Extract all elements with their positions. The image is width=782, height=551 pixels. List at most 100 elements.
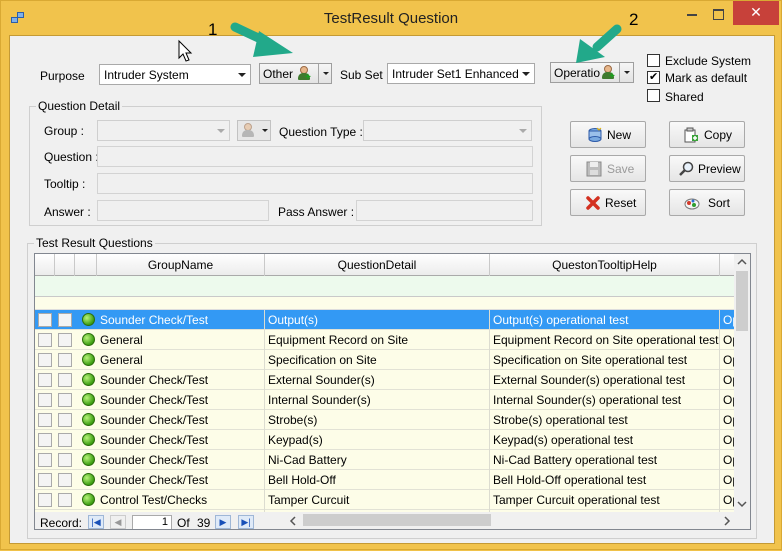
preview-button[interactable]: Preview <box>669 155 745 182</box>
previous-record-icon[interactable]: ◀ <box>110 515 126 529</box>
cell-tooltiphelp[interactable]: Strobe(s) operational test <box>490 410 720 430</box>
purpose-combo[interactable]: Intruder System <box>99 64 251 85</box>
answer-input[interactable] <box>97 200 269 221</box>
table-row[interactable]: Sounder Check/Test Keypad(s) Keypad(s) ope… <box>35 430 735 450</box>
question-input[interactable] <box>97 146 533 167</box>
cell-questiondetail[interactable]: Keypad(s) <box>265 430 490 450</box>
cell-questiondetail[interactable]: Specification on Site <box>265 350 490 370</box>
column-header-tooltiphelp[interactable]: QuestonTooltipHelp <box>490 254 720 276</box>
row-checkbox[interactable] <box>58 433 72 447</box>
row-select-checkbox[interactable] <box>38 393 52 407</box>
cell-groupname[interactable]: Sounder Check/Test <box>97 390 265 410</box>
header-check-cell[interactable] <box>55 254 75 276</box>
questions-grid[interactable]: GroupName QuestionDetail QuestonTooltipH… <box>34 253 751 530</box>
cell-tooltiphelp[interactable]: Output(s) operational test <box>490 310 720 330</box>
row-checkbox[interactable] <box>58 453 72 467</box>
row-checkbox[interactable] <box>58 393 72 407</box>
table-row[interactable]: Sounder Check/Test Strobe(s) Strobe(s) ope… <box>35 410 735 430</box>
pass-answer-input[interactable] <box>356 200 533 221</box>
row-select-checkbox[interactable] <box>38 473 52 487</box>
cell-extra[interactable]: Op <box>720 390 735 410</box>
row-select-checkbox[interactable] <box>38 433 52 447</box>
chevron-down-icon[interactable] <box>319 64 331 83</box>
cell-groupname[interactable]: Sounder Check/Test <box>97 310 265 330</box>
row-checkbox[interactable] <box>58 373 72 387</box>
row-select-checkbox[interactable] <box>38 353 52 367</box>
row-checkbox[interactable] <box>58 493 72 507</box>
table-row[interactable]: Control Test/Checks Tamper Curcuit Tamper … <box>35 490 735 510</box>
column-header-extra[interactable] <box>720 254 735 276</box>
current-record-input[interactable]: 1 <box>132 515 172 529</box>
cell-questiondetail[interactable]: Internal Sounder(s) <box>265 390 490 410</box>
cell-questiondetail[interactable]: Ni-Cad Battery <box>265 450 490 470</box>
cell-extra[interactable]: Op <box>720 350 735 370</box>
cell-groupname[interactable]: Sounder Check/Test <box>97 430 265 450</box>
sort-button[interactable]: Sort <box>669 189 745 216</box>
cell-questiondetail[interactable]: Equipment Record on Site <box>265 330 490 350</box>
cell-extra[interactable]: Op <box>720 490 735 510</box>
other-split-button[interactable]: Other + <box>259 63 332 84</box>
copy-button[interactable]: Copy <box>669 121 745 148</box>
cell-groupname[interactable]: Control Test/Checks <box>97 490 265 510</box>
header-status-cell[interactable] <box>75 254 97 276</box>
row-checkbox[interactable] <box>58 353 72 367</box>
cell-questiondetail[interactable]: Tamper Curcuit <box>265 490 490 510</box>
cell-questiondetail[interactable]: Strobe(s) <box>265 410 490 430</box>
cell-questiondetail[interactable]: Output(s) <box>265 310 490 330</box>
cell-groupname[interactable]: Sounder Check/Test <box>97 410 265 430</box>
tooltip-input[interactable] <box>97 173 533 194</box>
table-row[interactable]: Sounder Check/Test Internal Sounder(s) Int… <box>35 390 735 410</box>
operation-split-button[interactable]: Operatio + <box>550 62 634 83</box>
header-select-cell[interactable] <box>35 254 55 276</box>
table-row[interactable]: General Equipment Record on Site Equipment… <box>35 330 735 350</box>
title-bar[interactable]: TestResult Question <box>1 1 781 35</box>
cell-tooltiphelp[interactable]: Specification on Site operational test <box>490 350 720 370</box>
cell-extra[interactable]: Op <box>720 310 735 330</box>
column-header-groupname[interactable]: GroupName <box>97 254 265 276</box>
cell-extra[interactable]: Op <box>720 410 735 430</box>
minimize-button[interactable] <box>679 1 705 25</box>
cell-tooltiphelp[interactable]: External Sounder(s) operational test <box>490 370 720 390</box>
row-select-checkbox[interactable] <box>38 313 52 327</box>
cell-tooltiphelp[interactable]: Bell Hold-Off operational test <box>490 470 720 490</box>
cell-questiondetail[interactable]: Bell Hold-Off <box>265 470 490 490</box>
cell-groupname[interactable]: Sounder Check/Test <box>97 370 265 390</box>
row-select-checkbox[interactable] <box>38 453 52 467</box>
save-button[interactable]: Save <box>570 155 646 182</box>
table-row[interactable]: Sounder Check/Test Bell Hold-Off Bell Hold… <box>35 470 735 490</box>
next-record-icon[interactable]: ▶ <box>215 515 231 529</box>
row-checkbox[interactable] <box>58 473 72 487</box>
maximize-button[interactable] <box>705 1 731 25</box>
cell-groupname[interactable]: General <box>97 330 265 350</box>
cell-groupname[interactable]: Sounder Check/Test <box>97 450 265 470</box>
shared-checkbox[interactable] <box>647 89 660 102</box>
cell-extra[interactable]: Op <box>720 370 735 390</box>
horizontal-scroll-thumb[interactable] <box>303 514 491 526</box>
reset-button[interactable]: Reset <box>570 189 646 216</box>
chevron-down-icon[interactable] <box>258 121 270 140</box>
mark-default-checkbox[interactable] <box>647 70 660 84</box>
cell-tooltiphelp[interactable]: Internal Sounder(s) operational test <box>490 390 720 410</box>
cell-extra[interactable]: Op <box>720 450 735 470</box>
row-checkbox[interactable] <box>58 313 72 327</box>
cell-extra[interactable]: Op <box>720 470 735 490</box>
scroll-up-icon[interactable] <box>737 258 747 266</box>
chevron-down-icon[interactable] <box>620 63 633 82</box>
group-user-split-button[interactable] <box>237 120 271 141</box>
table-row[interactable]: Sounder Check/Test Ni-Cad Battery Ni-Cad B… <box>35 450 735 470</box>
column-header-questiondetail[interactable]: QuestionDetail <box>265 254 490 276</box>
row-select-checkbox[interactable] <box>38 493 52 507</box>
cell-tooltiphelp[interactable]: Keypad(s) operational test <box>490 430 720 450</box>
row-checkbox[interactable] <box>58 333 72 347</box>
cell-tooltiphelp[interactable]: Equipment Record on Site operational tes… <box>490 330 720 350</box>
group-combo[interactable] <box>97 120 230 141</box>
subset-combo[interactable]: Intruder Set1 Enhanced <box>387 63 535 84</box>
question-type-combo[interactable] <box>363 120 532 141</box>
cell-groupname[interactable]: General <box>97 350 265 370</box>
row-select-checkbox[interactable] <box>38 413 52 427</box>
scroll-right-icon[interactable] <box>723 516 731 526</box>
first-record-icon[interactable]: |◀ <box>88 515 104 529</box>
cell-tooltiphelp[interactable]: Tamper Curcuit operational test <box>490 490 720 510</box>
table-row[interactable]: Sounder Check/Test External Sounder(s) Ext… <box>35 370 735 390</box>
cell-extra[interactable]: Op <box>720 330 735 350</box>
